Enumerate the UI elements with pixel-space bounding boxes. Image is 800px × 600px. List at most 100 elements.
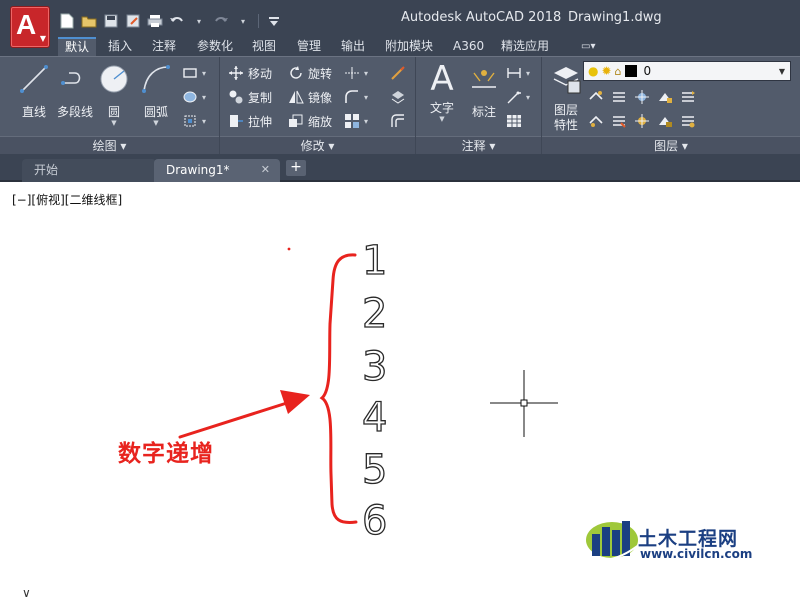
layer-walk-icon[interactable] [611, 113, 627, 129]
trim-icon [345, 67, 359, 79]
layer-current-icon[interactable] [588, 113, 604, 129]
application-menu-button[interactable]: A ▼ [10, 6, 50, 48]
rectangle-button[interactable]: ▾ [182, 63, 206, 83]
tab-insert[interactable]: 插入 [101, 37, 139, 56]
panel-modify: 移动 旋转 ▾ 复制 镜像 ▾ 拉伸 缩放 ▾ 修改 ▾ [220, 57, 416, 155]
array-icon [345, 114, 359, 128]
arc-button[interactable]: 圆弧 ▼ [134, 63, 178, 133]
new-tab-button[interactable]: + [286, 160, 306, 176]
scale-button[interactable]: 缩放 [288, 111, 332, 131]
cad-number-2[interactable]: 2 [361, 290, 388, 337]
mirror-button[interactable]: 镜像 [288, 87, 332, 107]
tab-view[interactable]: 视图 [245, 37, 283, 56]
line-icon [20, 65, 48, 93]
crosshair-cursor [490, 370, 558, 437]
tab-featured-apps[interactable]: 精选应用 [494, 37, 556, 56]
offset-button[interactable] [390, 111, 406, 131]
layer-thaw-icon[interactable] [634, 113, 650, 129]
panel-draw-title[interactable]: 绘图 ▾ [0, 136, 219, 155]
explode-button[interactable] [390, 87, 406, 107]
circle-button[interactable]: 圆 ▼ [92, 63, 136, 133]
mirror-icon [289, 90, 304, 104]
boundary-icon [184, 115, 196, 127]
dimension-button[interactable]: 标注 [462, 63, 506, 133]
scale-icon [289, 114, 303, 127]
text-button[interactable]: A 文字 ▼ [420, 62, 464, 133]
copy-icon [229, 90, 243, 104]
close-icon[interactable]: ✕ [261, 159, 270, 181]
curly-brace-annotation [319, 253, 358, 524]
redo-dropdown-icon[interactable]: ▾ [234, 13, 252, 29]
app-menu-dropdown-icon: ▼ [39, 34, 46, 43]
customize-toolbar-icon[interactable] [265, 13, 283, 29]
civilcn-logo-icon [586, 521, 641, 562]
layer-match-icon[interactable] [680, 89, 696, 105]
tab-a360[interactable]: A360 [446, 37, 491, 56]
cad-number-6[interactable]: 6 [361, 497, 388, 544]
drawing-canvas[interactable]: [−][俯视][二维线框] 1 2 3 4 5 6 数字递增 土木工程网 www… [0, 184, 800, 600]
red-arrow-annotation [178, 400, 292, 439]
table-button[interactable] [506, 111, 522, 131]
save-icon[interactable] [102, 13, 120, 29]
layer-unlock-icon[interactable] [657, 113, 673, 129]
fillet-button[interactable]: ▾ [344, 87, 368, 107]
cad-number-4[interactable]: 4 [361, 394, 388, 441]
layer-properties-button[interactable]: 图层 特性 [544, 63, 588, 133]
polyline-icon [61, 72, 81, 85]
layer-isolate-icon[interactable] [634, 89, 650, 105]
tab-parametric[interactable]: 参数化 [190, 37, 240, 56]
ribbon-tab-bar: 默认 插入 注释 参数化 视图 管理 输出 附加模块 A360 精选应用 ▭▾ [0, 36, 800, 56]
hatch-button[interactable]: ▾ [182, 87, 206, 107]
leader-button[interactable]: ▾ [506, 87, 530, 107]
undo-icon[interactable] [168, 13, 186, 29]
cad-number-1[interactable]: 1 [361, 237, 388, 284]
watermark-url: www.civilcn.com [640, 547, 753, 561]
linear-dimension-icon [507, 68, 521, 78]
copy-button[interactable]: 复制 [228, 87, 272, 107]
autocad-logo-icon: A [16, 9, 37, 40]
ribbon-options-icon[interactable]: ▭▾ [574, 37, 602, 56]
linear-dimension-button[interactable]: ▾ [506, 63, 530, 83]
panel-layers-title[interactable]: 图层 ▾ [542, 136, 800, 155]
tab-addins[interactable]: 附加模块 [378, 37, 440, 56]
boundary-button[interactable]: ▾ [182, 111, 206, 131]
cad-number-3[interactable]: 3 [361, 343, 388, 390]
tab-start[interactable]: 开始 [22, 159, 156, 182]
layer-dropdown[interactable]: ● ✹ ⌂ 0 ▼ [583, 61, 791, 81]
save-as-icon[interactable] [124, 13, 142, 29]
undo-dropdown-icon[interactable]: ▾ [190, 13, 208, 29]
panel-annotation-title[interactable]: 注释 ▾ [416, 136, 541, 155]
ribbon-panel-area: 直线 多段线 圆 ▼ 圆弧 ▼ ▾ ▾ ▾ 绘图 ▾ 移动 旋转 ▾ 复制 镜像… [0, 56, 800, 155]
layer-off-icon[interactable] [588, 89, 604, 105]
layer-freeze-icon[interactable] [611, 89, 627, 105]
trim-button[interactable]: ▾ [344, 63, 368, 83]
dimension-icon [472, 70, 496, 88]
cad-number-5[interactable]: 5 [361, 446, 388, 493]
tab-manage[interactable]: 管理 [290, 37, 328, 56]
erase-button[interactable] [390, 63, 406, 83]
arc-icon [142, 65, 170, 93]
line-button[interactable]: 直线 [12, 63, 56, 133]
open-folder-icon[interactable] [80, 13, 98, 29]
move-icon [229, 66, 243, 80]
red-dot-mark [287, 247, 291, 251]
tab-output[interactable]: 输出 [334, 37, 372, 56]
array-button[interactable]: ▾ [344, 111, 368, 131]
tab-home[interactable]: 默认 [58, 37, 97, 56]
move-button[interactable]: 移动 [228, 63, 272, 83]
layer-copy-objects-icon[interactable] [680, 113, 696, 129]
rotate-button[interactable]: 旋转 [288, 63, 332, 83]
layer-lock-icon[interactable] [657, 89, 673, 105]
panel-modify-title[interactable]: 修改 ▾ [220, 136, 415, 155]
chevron-down-icon: ▼ [778, 66, 786, 76]
new-file-icon[interactable] [58, 13, 76, 29]
tab-annotate[interactable]: 注释 [145, 37, 183, 56]
panel-annotation: A 文字 ▼ 标注 ▾ ▾ 注释 ▾ [416, 57, 542, 155]
redo-icon[interactable] [212, 13, 230, 29]
hatch-icon [183, 91, 197, 103]
stretch-icon [230, 115, 243, 127]
tab-drawing1[interactable]: Drawing1* ✕ [154, 159, 280, 182]
fillet-icon [345, 90, 358, 103]
print-icon[interactable] [146, 13, 164, 29]
stretch-button[interactable]: 拉伸 [228, 111, 272, 131]
